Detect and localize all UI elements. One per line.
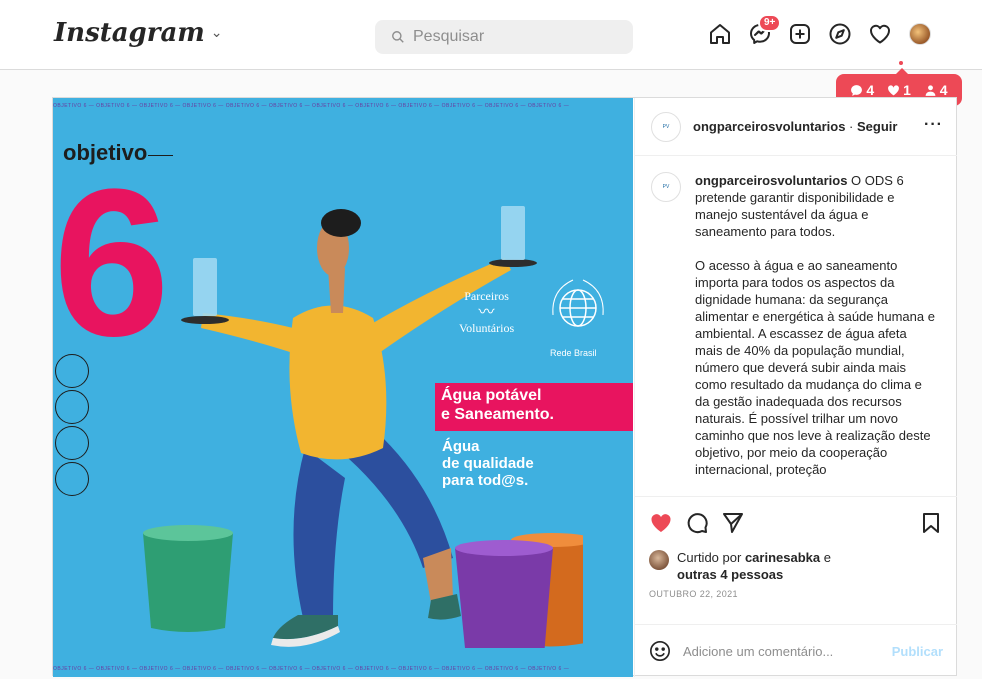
comment-bubble-icon (851, 84, 863, 96)
comment-box: Adicione um comentário... Publicar (635, 624, 957, 677)
liker-avatar[interactable] (649, 550, 669, 570)
post-header: PV ongparceirosvoluntarios · Seguir ··· (635, 98, 957, 156)
avatar (909, 23, 931, 45)
others-link[interactable]: outras 4 pessoas (677, 567, 783, 582)
publish-button[interactable]: Publicar (892, 644, 943, 659)
new-post-icon[interactable] (788, 22, 812, 46)
top-navigation-bar: Instagram ⌄ Pesquisar 9+ (0, 0, 982, 70)
caption-paragraph-2: O acesso à água e ao saneamento importa … (695, 258, 935, 477)
comment-icon[interactable] (685, 511, 709, 535)
actions-area: Curtido por carinesabka e outras 4 pesso… (635, 496, 957, 624)
follows-count: 4 (924, 82, 948, 98)
messages-badge: 9+ (758, 14, 782, 32)
search-input[interactable]: Pesquisar (375, 20, 633, 54)
more-options-icon[interactable]: ··· (924, 116, 943, 134)
caption-author-avatar[interactable]: PV (651, 172, 681, 202)
follow-button[interactable]: Seguir (857, 119, 897, 134)
save-bookmark-icon[interactable] (919, 511, 943, 535)
profile-avatar[interactable] (908, 22, 932, 46)
activity-indicator-dot (899, 61, 903, 65)
decorative-circles (55, 354, 89, 498)
post-card: OBJETIVO 6 — OBJETIVO 6 — OBJETIVO 6 — O… (52, 97, 957, 677)
image-bottom-strip: OBJETIVO 6 — OBJETIVO 6 — OBJETIVO 6 — O… (53, 666, 570, 672)
liked-heart-icon[interactable] (649, 511, 673, 535)
author-avatar[interactable]: PV (651, 111, 681, 142)
nav-icons: 9+ (708, 14, 932, 46)
heart-icon (888, 84, 900, 95)
liker-username[interactable]: carinesabka (745, 550, 820, 565)
instagram-logo[interactable]: Instagram ⌄ (54, 18, 223, 48)
activity-heart-icon[interactable] (868, 22, 892, 46)
liked-by: Curtido por carinesabka e outras 4 pesso… (649, 549, 943, 583)
likes-count: 1 (887, 82, 911, 98)
post-sidebar: PV ongparceirosvoluntarios · Seguir ··· … (634, 98, 957, 677)
search-icon (392, 31, 404, 43)
parceiros-voluntarios-logo: Parceiros 〰 Voluntários (459, 289, 515, 335)
author-username[interactable]: ongparceirosvoluntarios (693, 119, 845, 134)
comment-input[interactable]: Adicione um comentário... (683, 644, 880, 659)
comments-count: 4 (850, 82, 874, 98)
post-image[interactable]: OBJETIVO 6 — OBJETIVO 6 — OBJETIVO 6 — O… (53, 98, 633, 677)
emoji-icon[interactable] (649, 640, 671, 662)
chevron-down-icon[interactable]: ⌄ (211, 25, 223, 41)
logo-text: Instagram (54, 18, 205, 48)
author-line: ongparceirosvoluntarios · Seguir (693, 119, 917, 134)
caption-area: PV ongparceirosvoluntarios O ODS 6 prete… (635, 156, 957, 496)
post-date[interactable]: OUTUBRO 22, 2021 (649, 589, 943, 599)
share-icon[interactable] (721, 511, 745, 535)
explore-icon[interactable] (828, 22, 852, 46)
messenger-icon[interactable]: 9+ (748, 14, 782, 46)
search-placeholder: Pesquisar (413, 28, 485, 45)
separator-dot: · (849, 119, 854, 134)
image-headline: Água potável e Saneamento. (441, 387, 554, 423)
image-subheadline: Água de qualidade para tod@s. (442, 438, 534, 489)
home-icon[interactable] (708, 22, 732, 46)
action-row (649, 511, 943, 535)
globe-icon (552, 279, 604, 327)
caption-username[interactable]: ongparceirosvoluntarios (695, 173, 847, 188)
global-compact-logo: Rede Brasil (538, 270, 618, 358)
caption-text: ongparceirosvoluntarios O ODS 6 pretende… (695, 172, 935, 496)
person-icon (925, 84, 936, 96)
image-top-strip: OBJETIVO 6 — OBJETIVO 6 — OBJETIVO 6 — O… (53, 103, 570, 109)
